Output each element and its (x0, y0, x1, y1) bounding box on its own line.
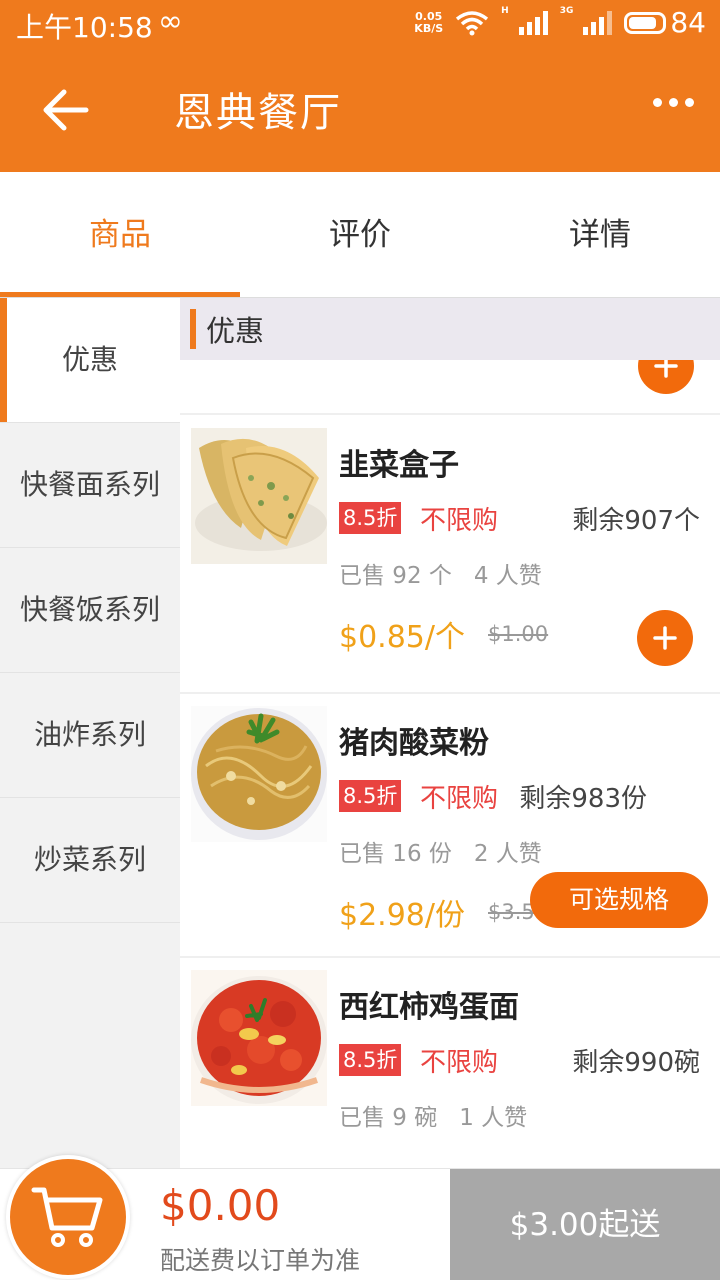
product-image (191, 706, 327, 842)
like-count: 1 人赞 (459, 1105, 528, 1131)
list-item[interactable]: 猪肉酸菜粉 8.5折 不限购 剩余983份 已售 16 份 2 人赞 $2.98… (180, 694, 720, 958)
sold-count: 已售 9 碗 (339, 1105, 438, 1131)
status-icons: 0.05 KB/S H 3G 84 (414, 6, 706, 39)
section-title: 优惠 (206, 314, 265, 348)
battery-level: 84 (670, 6, 706, 39)
like-count: 4 人赞 (473, 563, 542, 589)
delivery-fee-note: 配送费以订单为准 (160, 1246, 361, 1275)
product-list: 优惠 韭菜盒子 8.5折 不限购 剩余907个 已售 92 个 4 人赞 $0.… (180, 298, 720, 1168)
discount-badge: 8.5折 (339, 780, 402, 812)
net-speed: 0.05 KB/S (414, 9, 444, 35)
stock-remaining: 剩余990碗 (572, 1048, 700, 1078)
sidebar-item-fast-rice[interactable]: 快餐饭系列 (0, 548, 180, 673)
signal1-label: H (501, 6, 509, 16)
product-price: $0.85/个 (339, 620, 465, 655)
cart-total: $0.00 (160, 1181, 281, 1230)
original-price: $3.5 (488, 900, 535, 924)
app-bar: 恩典餐厅 (0, 46, 720, 172)
status-time: 上午10:58 (16, 11, 153, 44)
min-order-button[interactable]: $3.00起送 (450, 1169, 720, 1280)
back-arrow-icon[interactable] (38, 84, 90, 136)
sales-likes: 已售 16 份 2 人赞 (339, 834, 542, 868)
stock-remaining: 剩余907个 (572, 506, 700, 536)
tab-reviews[interactable]: 评价 (240, 172, 480, 297)
product-image (191, 428, 327, 564)
add-to-cart-button[interactable] (637, 610, 693, 666)
net-speed-unit: KB/S (414, 21, 444, 35)
sidebar-item-fried[interactable]: 油炸系列 (0, 673, 180, 798)
sold-count: 已售 16 份 (339, 841, 452, 867)
product-image (191, 970, 327, 1106)
battery-indicator: 84 (624, 6, 706, 39)
sold-count: 已售 92 个 (339, 563, 452, 589)
net-speed-value: 0.05 (415, 9, 443, 23)
wifi-icon (456, 10, 489, 35)
signal-bars-icon (583, 10, 613, 35)
product-price: $2.98/份 (339, 898, 465, 933)
list-item[interactable]: 西红柿鸡蛋面 8.5折 不限购 剩余990碗 已售 9 碗 1 人赞 (180, 958, 720, 1168)
tab-products[interactable]: 商品 (0, 172, 240, 297)
purchase-limit: 不限购 (420, 1048, 499, 1078)
more-menu-icon[interactable] (653, 98, 694, 107)
original-price: $1.00 (488, 622, 549, 646)
discount-badge: 8.5折 (339, 1044, 402, 1076)
product-name: 猪肉酸菜粉 (339, 726, 489, 761)
product-name: 西红柿鸡蛋面 (339, 990, 519, 1025)
page-title: 恩典餐厅 (174, 90, 342, 136)
sales-likes: 已售 92 个 4 人赞 (339, 556, 542, 590)
battery-icon (624, 11, 667, 34)
status-bar: 上午10:58 ∞ 0.05 KB/S H 3G 84 (0, 0, 720, 46)
sidebar-item-discount[interactable]: 优惠 (0, 298, 180, 423)
list-item[interactable]: 韭菜盒子 8.5折 不限购 剩余907个 已售 92 个 4 人赞 $0.85/… (180, 416, 720, 694)
category-sidebar: 优惠 快餐面系列 快餐饭系列 油炸系列 炒菜系列 (0, 298, 180, 1280)
cart-button[interactable] (6, 1155, 130, 1279)
cart-bar: $0.00 配送费以订单为准 $3.00起送 (0, 1155, 720, 1280)
tab-details[interactable]: 详情 (480, 172, 720, 297)
sales-likes: 已售 9 碗 1 人赞 (339, 1098, 527, 1132)
plus-icon (653, 626, 677, 650)
signal-bars-icon (518, 10, 548, 35)
signal2-label: 3G (559, 6, 574, 16)
sidebar-item-fast-noodles[interactable]: 快餐面系列 (0, 423, 180, 548)
loop-icon: ∞ (158, 4, 183, 39)
discount-badge: 8.5折 (339, 502, 402, 534)
product-name: 韭菜盒子 (339, 448, 459, 483)
tab-bar: 商品 评价 详情 (0, 172, 720, 298)
sidebar-item-stir-fry[interactable]: 炒菜系列 (0, 798, 180, 923)
stock-remaining: 剩余983份 (519, 784, 647, 814)
purchase-limit: 不限购 (420, 506, 499, 536)
section-header: 优惠 (180, 298, 720, 360)
like-count: 2 人赞 (473, 841, 542, 867)
shopping-cart-icon (31, 1187, 103, 1247)
purchase-limit: 不限购 (420, 784, 499, 814)
select-spec-button[interactable]: 可选规格 (530, 872, 708, 928)
section-accent-bar (190, 309, 196, 349)
